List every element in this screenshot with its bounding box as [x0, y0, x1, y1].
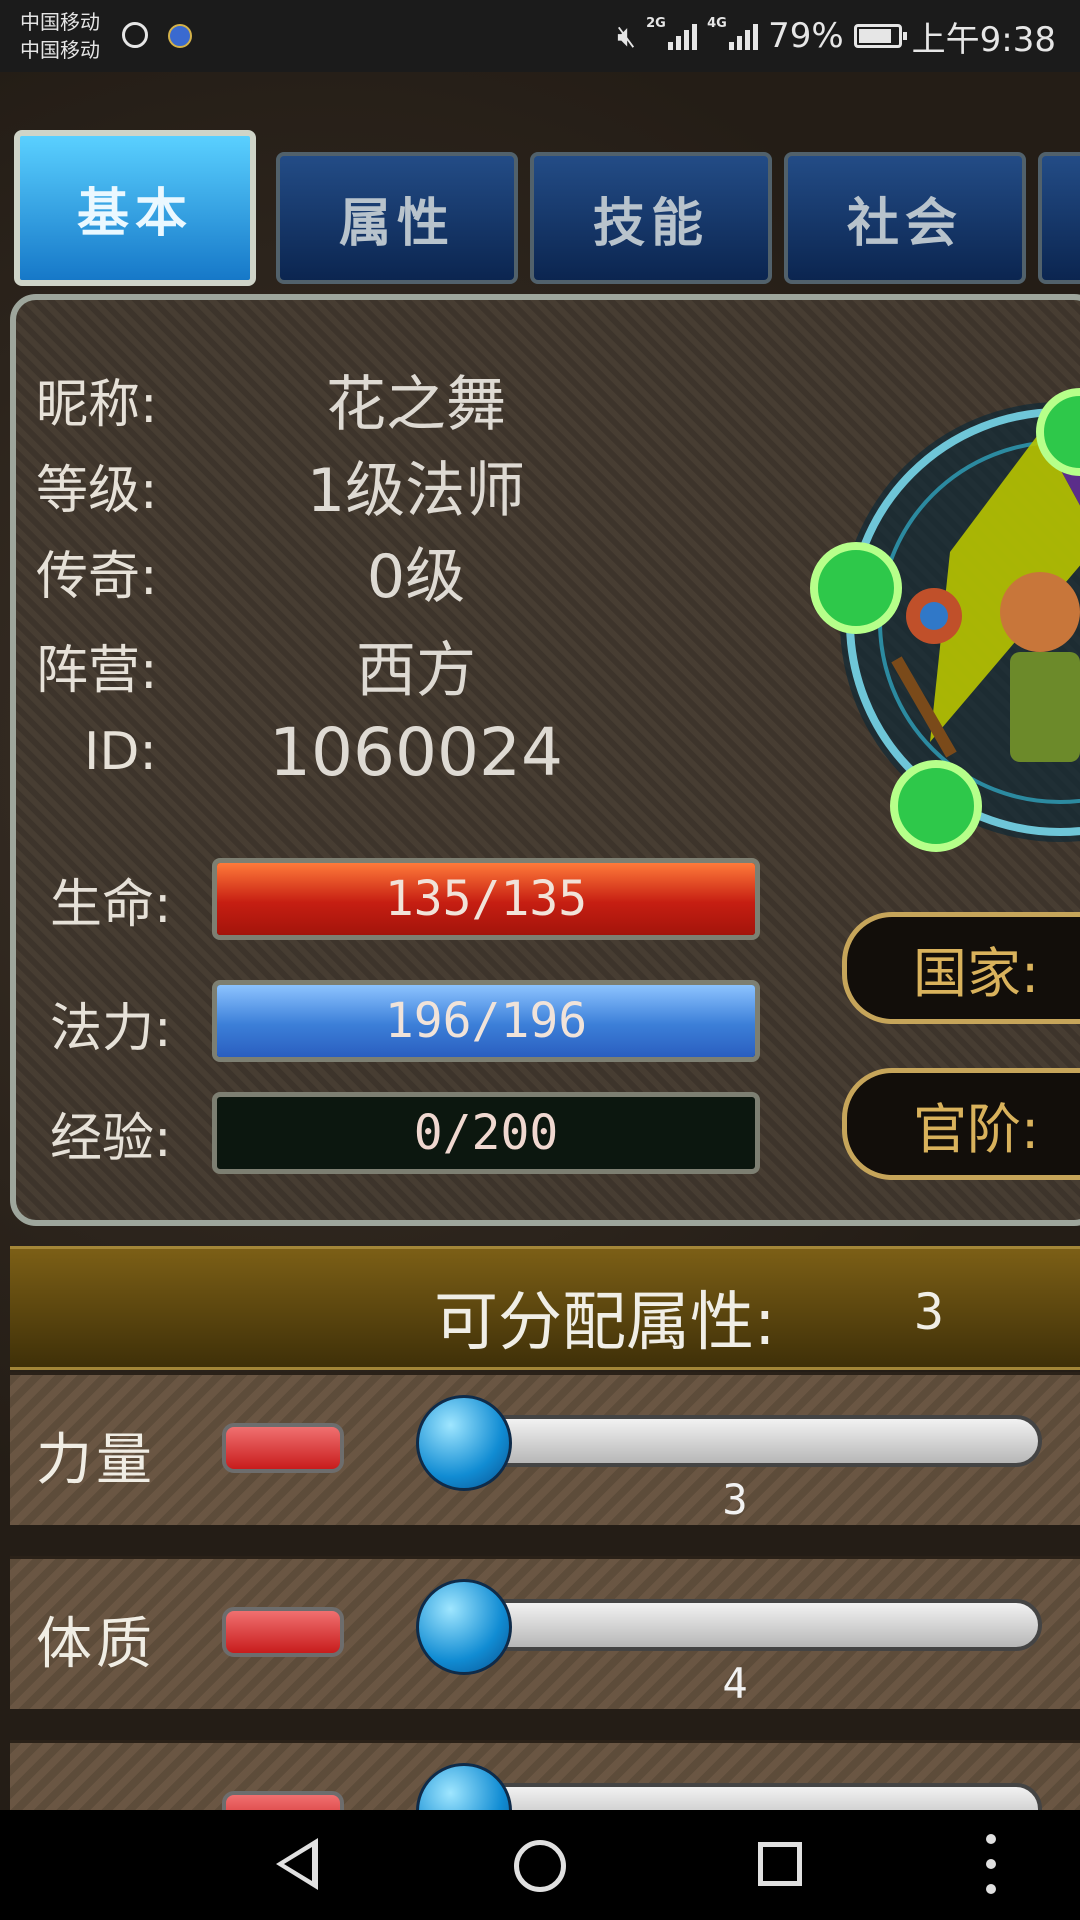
id-value: 1060024 [269, 713, 563, 791]
level-label: 等级: [36, 461, 158, 521]
camp-value: 西方 [356, 636, 476, 706]
game-screen: 基本 属性 技能 社会 昵称: 花之舞 等级: 1级法师 传奇: 0级 阵营: … [0, 72, 1080, 1810]
mp-text: 196/196 [384, 993, 588, 1049]
nickname-label: 昵称: [36, 375, 158, 435]
back-icon[interactable] [276, 1838, 318, 1890]
rank-button[interactable]: 官阶: [842, 1068, 1080, 1180]
exp-text: 0/200 [413, 1105, 559, 1161]
strength-slider-track[interactable] [422, 1415, 1042, 1467]
clock: 上午9:38 [911, 19, 1056, 60]
network-type-2: 4G [707, 16, 727, 31]
stat-row-partial [10, 1740, 1080, 1810]
hp-bar: 135/135 [212, 858, 760, 940]
nation-button[interactable]: 国家: [842, 912, 1080, 1024]
tab-skills[interactable]: 技能 [530, 152, 772, 284]
status-right: 🔇︎ 2G 4G 79% 上午9:38 [617, 14, 1056, 60]
character-portrait [810, 388, 1080, 852]
tab-basic[interactable]: 基本 [14, 130, 256, 286]
app-notification-icon [168, 24, 192, 48]
tab-more[interactable] [1038, 152, 1080, 284]
hp-label: 生命: [50, 875, 172, 935]
tab-attributes[interactable]: 属性 [276, 152, 518, 284]
signal-icon-2: 4G [707, 16, 759, 50]
tab-bar: 基本 属性 技能 社会 [14, 130, 1080, 290]
id-row: ID: 1060024 [36, 714, 563, 791]
decrease-constitution-button[interactable] [222, 1607, 344, 1657]
mute-icon: 🔇︎ [617, 18, 637, 54]
battery-percent: 79% [768, 16, 844, 56]
legend-value: 0级 [366, 542, 466, 612]
level-row: 等级: 1级法师 [36, 448, 525, 526]
allocatable-value: 3 [914, 1283, 945, 1341]
carrier-2: 中国移动 [20, 38, 100, 62]
stat-name: 力量 [36, 1428, 156, 1493]
constitution-slider-track[interactable] [422, 1599, 1042, 1651]
exp-bar: 0/200 [212, 1092, 760, 1174]
camp-row: 阵营: 西方 [36, 628, 476, 706]
camp-label: 阵营: [36, 641, 158, 701]
network-type-1: 2G [646, 16, 666, 31]
signal-icon-1: 2G [646, 16, 698, 50]
strength-slider-knob[interactable] [416, 1395, 512, 1491]
decrease-button[interactable] [222, 1791, 344, 1810]
tab-social[interactable]: 社会 [784, 152, 1026, 284]
slider-knob[interactable] [416, 1763, 512, 1810]
constitution-slider-knob[interactable] [416, 1579, 512, 1675]
stat-row-constitution: 体质 4 [10, 1556, 1080, 1709]
stat-name: 体质 [36, 1612, 156, 1677]
carrier-1: 中国移动 [20, 10, 100, 34]
stat-row-strength: 力量 3 [10, 1372, 1080, 1525]
more-options-icon[interactable] [986, 1834, 996, 1894]
decrease-strength-button[interactable] [222, 1423, 344, 1473]
nickname-row: 昵称: 花之舞 [36, 362, 506, 440]
allocatable-points-bar: 可分配属性: 3 [10, 1246, 1080, 1370]
hp-text: 135/135 [384, 871, 588, 927]
slider-track[interactable] [422, 1783, 1042, 1810]
status-bar: 中国移动 中国移动 🔇︎ 2G 4G 79% 上午9:38 [0, 0, 1080, 72]
exp-label: 经验: [50, 1109, 172, 1169]
system-nav-bar [0, 1810, 1080, 1920]
recent-apps-icon[interactable] [758, 1842, 802, 1886]
legend-row: 传奇: 0级 [36, 534, 465, 612]
home-icon[interactable] [514, 1840, 566, 1892]
nickname-value: 花之舞 [326, 370, 506, 440]
alarm-icon [122, 22, 148, 48]
mp-label: 法力: [50, 999, 172, 1059]
id-label: ID: [84, 722, 157, 782]
mp-bar: 196/196 [212, 980, 760, 1062]
strength-value: 3 [722, 1475, 748, 1524]
battery-icon [853, 24, 907, 48]
legend-label: 传奇: [36, 547, 158, 607]
level-value: 1级法师 [306, 456, 526, 526]
constitution-value: 4 [722, 1659, 748, 1708]
allocatable-label: 可分配属性: [434, 1286, 776, 1360]
carrier-labels: 中国移动 中国移动 [20, 8, 100, 64]
